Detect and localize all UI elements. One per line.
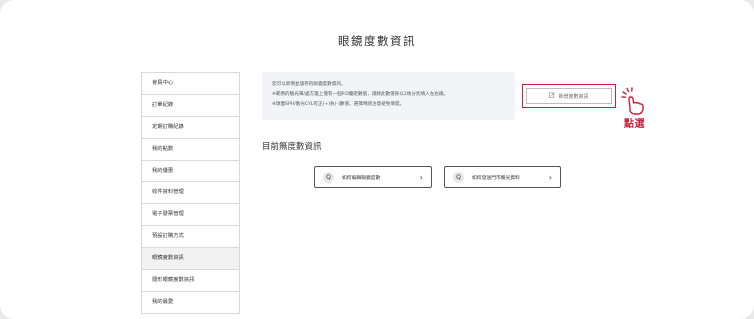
empty-state-title: 目前無度數資訊: [262, 142, 322, 152]
sidebar-item-addresses[interactable]: 收件資料管理: [142, 182, 239, 205]
sidebar-item-glasses-prescription[interactable]: 眼鏡度數資訊: [142, 248, 239, 271]
q-icon: Q: [453, 171, 464, 183]
add-prescription-button[interactable]: 新增度數資訊: [526, 88, 612, 104]
add-button-highlight: 新增度數資訊: [522, 84, 616, 108]
chevron-right-icon: ›: [548, 172, 552, 182]
notice-line: ※範例的驗光單/處方箋上僅有一個P.D瞳距數值，請將此數值除以2後分別填入左右眼…: [272, 92, 449, 97]
sidebar-item-orders[interactable]: 訂單紀錄: [142, 95, 239, 117]
help-button-label: 如何編輯眼鏡度數: [342, 175, 381, 181]
page-frame: 眼鏡度數資訊 會員中心 訂單紀錄 定期訂購紀錄 我的點數 我的優惠 收件資料管理…: [0, 0, 754, 319]
notice-line: 您可以新增並儲存的眼鏡度數資訊。: [272, 82, 346, 87]
help-edit-prescription-button[interactable]: Q 如何編輯眼鏡度數 ›: [314, 166, 432, 188]
sidebar-item-member-center[interactable]: 會員中心: [142, 73, 239, 95]
edit-icon: [549, 92, 556, 100]
prescription-notice: 您可以新增並儲存的眼鏡度數資訊。 ※範例的驗光單/處方箋上僅有一個P.D瞳距數值…: [262, 72, 515, 120]
sidebar-item-coupons[interactable]: 我的優惠: [142, 161, 239, 183]
account-sidebar: 會員中心 訂單紀錄 定期訂購紀錄 我的點數 我的優惠 收件資料管理 電子發票管理…: [141, 72, 240, 314]
notice-line: ※球面SPH/散光CYL有正(+)負(-)數值，選擇時請注意避免填錯。: [272, 102, 405, 107]
sidebar-item-contact-lens-prescription[interactable]: 隱形眼鏡度數資訊: [142, 270, 239, 292]
sidebar-item-subscriptions[interactable]: 定期訂購紀錄: [142, 117, 239, 139]
page-title: 眼鏡度數資訊: [338, 34, 416, 48]
sidebar-item-default-payment[interactable]: 預設訂購方式: [142, 226, 239, 249]
add-prescription-label: 新增度數資訊: [558, 93, 589, 100]
help-send-store-data-button[interactable]: Q 如何發送門市驗光資料 ›: [444, 166, 561, 188]
tap-hint-label: 點選: [624, 119, 645, 130]
help-button-label: 如何發送門市驗光資料: [472, 175, 520, 181]
sidebar-item-points[interactable]: 我的點數: [142, 139, 239, 161]
sidebar-item-favorites[interactable]: 我的最愛: [142, 292, 239, 314]
chevron-right-icon: ›: [419, 172, 423, 182]
sidebar-item-e-invoices[interactable]: 電子發票管理: [142, 204, 239, 227]
q-icon: Q: [323, 171, 334, 183]
